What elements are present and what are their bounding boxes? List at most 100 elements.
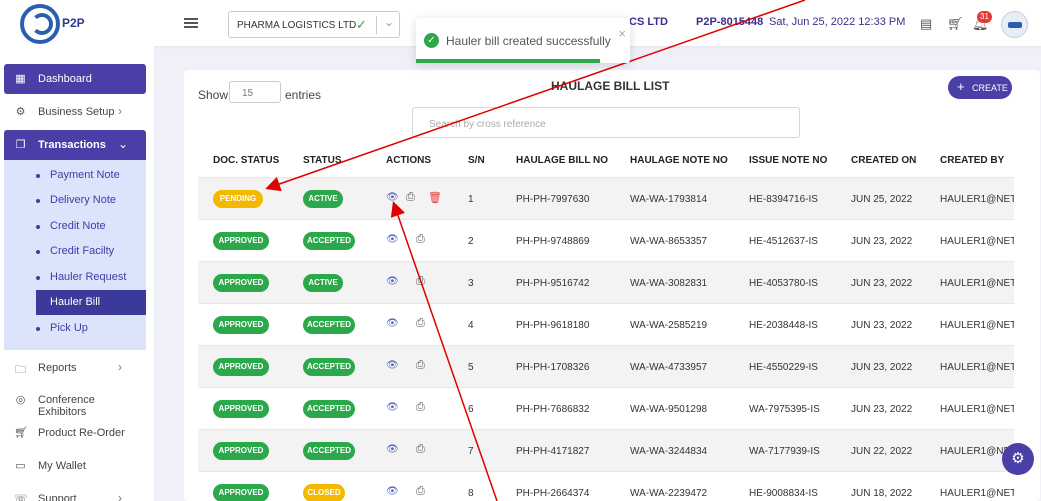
sn-cell: 1	[468, 194, 474, 205]
view-eye-icon[interactable]: 👁︎	[386, 192, 399, 203]
status-badge: ACTIVE	[303, 190, 343, 208]
status-badge: ACCEPTED	[303, 442, 355, 460]
create-button[interactable]: + CREATE	[948, 76, 1012, 99]
created-by-cell: HAULER1@NETO	[940, 194, 1014, 205]
company-select[interactable]: PHARMA LOGISTICS LTD ✓ ⌄	[228, 11, 400, 38]
folder-icon: 🗀︎	[15, 364, 26, 376]
sidebar-item-reports[interactable]: 🗀︎ Reports ›	[4, 353, 146, 383]
created-on-cell: JUN 23, 2022	[851, 278, 913, 289]
sidebar-item-product-reorder[interactable]: 🛒︎ Product Re-Order	[4, 418, 146, 448]
table-row: APPROVED CLOSED 👁︎ ⎙ 8 PH-PH-2664374 WA-WA-223…	[198, 471, 1014, 501]
haulage-note-no-cell: WA-WA-3082831	[630, 278, 708, 289]
sidebar-item-my-wallet[interactable]: ▭ My Wallet	[4, 451, 146, 481]
menu-toggle-icon[interactable]	[184, 18, 198, 28]
current-datetime: Sat, Jun 25, 2022 12:33 PM	[769, 16, 906, 28]
sn-cell: 8	[468, 488, 474, 499]
view-eye-icon[interactable]: 👁︎	[386, 444, 399, 455]
created-by-cell: HAULER1@NETO	[940, 488, 1014, 499]
sidebar-subitem-delivery-note[interactable]: Delivery Note	[4, 188, 146, 213]
sidebar-item-support[interactable]: ☏ Support ›	[4, 484, 146, 501]
haulage-note-no-cell: WA-WA-2239472	[630, 488, 708, 499]
haulage-bill-no-cell: PH-PH-4171827	[516, 446, 590, 457]
status-badge: ACTIVE	[303, 274, 343, 292]
print-icon[interactable]: ⎙	[416, 401, 425, 414]
sidebar-subitem-credit-note[interactable]: Credit Note	[4, 214, 146, 239]
view-eye-icon[interactable]: 👁︎	[386, 234, 399, 245]
p2p-logo-icon[interactable]	[20, 4, 60, 44]
print-icon[interactable]: ⎙	[416, 485, 425, 498]
sidebar-subitem-pick-up[interactable]: Pick Up	[4, 316, 146, 341]
avatar[interactable]	[1001, 11, 1028, 38]
haulage-bill-no-cell: PH-PH-1708326	[516, 362, 590, 373]
settings-fab[interactable]: ⚙	[1002, 443, 1034, 475]
sidebar-subitem-hauler-bill[interactable]: Hauler Bill	[36, 290, 146, 315]
select-divider	[376, 16, 377, 34]
sn-cell: 3	[468, 278, 474, 289]
created-by-cell: HAULER1@NETO	[940, 278, 1014, 289]
haulage-bill-no-cell: PH-PH-7686832	[516, 404, 590, 415]
haulage-note-no-cell: WA-WA-1793814	[630, 194, 708, 205]
status-badge: CLOSED	[303, 484, 345, 501]
search-input[interactable]: Search by cross reference	[412, 107, 800, 138]
print-icon[interactable]: ⎙	[416, 317, 425, 330]
wallet-icon: ▭	[15, 460, 26, 472]
close-icon[interactable]: ×	[618, 26, 626, 41]
column-header[interactable]: ISSUE NOTE NO	[749, 155, 827, 166]
print-icon[interactable]: ⎙	[406, 191, 415, 204]
column-header[interactable]: HAULAGE NOTE NO	[630, 155, 728, 166]
issue-note-no-cell: HE-4550229-IS	[749, 362, 818, 373]
doc-status-badge: APPROVED	[213, 232, 269, 250]
haulage-note-no-cell: WA-WA-3244834	[630, 446, 708, 457]
sidebar-subitem-credit-facility[interactable]: Credit Facilty	[4, 239, 146, 264]
subitem-label: Credit Facilty	[50, 245, 115, 257]
view-eye-icon[interactable]: 👁︎	[386, 360, 399, 371]
column-header[interactable]: STATUS	[303, 155, 342, 166]
sidebar-subitem-payment-note[interactable]: Payment Note	[4, 163, 146, 188]
view-eye-icon[interactable]: 👁︎	[386, 276, 399, 287]
sidebar-item-transactions[interactable]: ❐ Transactions ⌄	[4, 130, 146, 160]
support-icon: ☏	[14, 493, 28, 501]
table-row: PENDING ACTIVE 👁︎ ⎙ 🗑︎ 1 PH-PH-7997630 WA-WA-17…	[198, 177, 1014, 219]
sidebar-item-conference-exhibitors[interactable]: ◎ Conference Exhibitors	[4, 385, 146, 418]
sidebar-item-label: My Wallet	[38, 460, 86, 472]
view-eye-icon[interactable]: 👁︎	[386, 486, 399, 497]
print-icon[interactable]: ⎙	[416, 275, 425, 288]
doc-status-badge: APPROVED	[213, 442, 269, 460]
chevron-right-icon: ›	[118, 104, 122, 118]
bullet	[36, 174, 40, 178]
created-by-cell: HAULER1@NETO	[940, 236, 1014, 247]
cart-icon[interactable]: 🛒︎	[947, 16, 964, 32]
doc-status-badge: APPROVED	[213, 316, 269, 334]
view-eye-icon[interactable]: 👁︎	[386, 318, 399, 329]
haulage-bill-no-cell: PH-PH-9748869	[516, 236, 590, 247]
haulage-note-no-cell: WA-WA-8653357	[630, 236, 708, 247]
copy-icon: ❐	[15, 139, 26, 151]
status-badge: ACCEPTED	[303, 232, 355, 250]
company-select-value: PHARMA LOGISTICS LTD	[237, 20, 357, 31]
table-row: APPROVED ACCEPTED 👁︎ ⎙ 2 PH-PH-9748869 WA-WA-8…	[198, 219, 1014, 261]
column-header[interactable]: HAULAGE BILL NO	[516, 155, 608, 166]
issue-note-no-cell: HE-2038448-IS	[749, 320, 818, 331]
sidebar-subitem-hauler-request[interactable]: Hauler Request	[4, 265, 146, 290]
sidebar-item-dashboard[interactable]: ▦ Dashboard	[4, 64, 146, 94]
list-icon[interactable]: ▤	[920, 16, 932, 32]
print-icon[interactable]: ⎙	[416, 443, 425, 456]
column-header[interactable]: S/N	[468, 155, 485, 166]
column-header[interactable]: CREATED ON	[851, 155, 916, 166]
print-icon[interactable]: ⎙	[416, 359, 425, 372]
doc-status-badge: APPROVED	[213, 484, 269, 501]
print-icon[interactable]: ⎙	[416, 233, 425, 246]
chevron-down-icon[interactable]: ⌄	[384, 15, 394, 29]
issue-note-no-cell: HE-9008834-IS	[749, 488, 818, 499]
delete-icon[interactable]: 🗑︎	[428, 191, 442, 204]
show-label: Show	[198, 88, 229, 102]
created-on-cell: JUN 25, 2022	[851, 194, 913, 205]
column-header[interactable]: DOC. STATUS	[213, 155, 279, 166]
created-by-cell: HAULER1@NETO	[940, 404, 1014, 415]
entries-select[interactable]: 15	[229, 81, 281, 103]
sidebar-item-business-setup[interactable]: ⚙ Business Setup ›	[4, 97, 146, 127]
view-eye-icon[interactable]: 👁︎	[386, 402, 399, 413]
column-header[interactable]: CREATED BY	[940, 155, 1004, 166]
created-on-cell: JUN 23, 2022	[851, 362, 913, 373]
issue-note-no-cell: HE-4512637-IS	[749, 236, 818, 247]
